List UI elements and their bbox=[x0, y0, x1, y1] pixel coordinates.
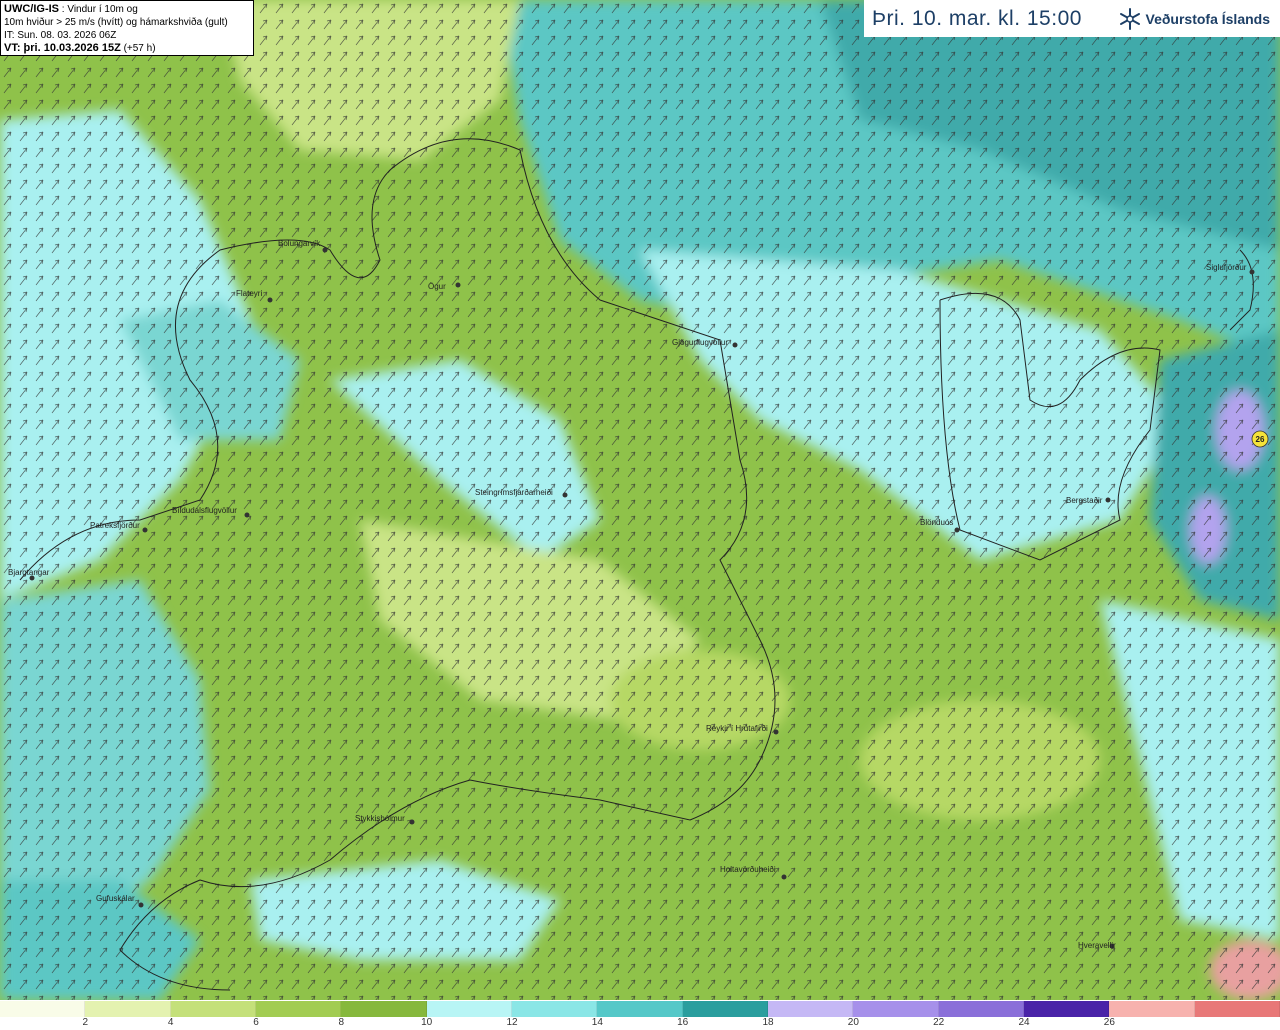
info-line-2: 10m hviður > 25 m/s (hvítt) og hámarkshv… bbox=[4, 17, 228, 28]
legend-swatch bbox=[767, 1001, 854, 1017]
legend-tick-label: 2 bbox=[82, 1017, 89, 1028]
svg-text:Steingrímsfjarðarheiði: Steingrímsfjarðarheiði bbox=[475, 488, 553, 497]
svg-text:Hveravellir: Hveravellir bbox=[1078, 941, 1116, 950]
legend-swatch bbox=[426, 1001, 512, 1017]
legend-color-bar bbox=[0, 1001, 1280, 1017]
legend-tick-label: 18 bbox=[762, 1017, 774, 1028]
legend-swatch bbox=[85, 1001, 171, 1017]
legend-swatch bbox=[341, 1001, 427, 1017]
legend-swatch bbox=[1109, 1001, 1195, 1017]
info-line-3: IT: Sun. 08. 03. 2026 06Z bbox=[4, 30, 117, 41]
svg-text:Gufuskálar: Gufuskálar bbox=[96, 894, 135, 903]
place-reykir[interactable]: Reykir í Hrútafirði bbox=[706, 724, 779, 735]
svg-text:Gjögurflugvöllur: Gjögurflugvöllur bbox=[672, 338, 728, 347]
legend-swatch bbox=[1023, 1001, 1110, 1017]
legend-tick-label: 12 bbox=[506, 1017, 518, 1028]
svg-text:Bergstaðir: Bergstaðir bbox=[1066, 496, 1103, 505]
info-line-1: UWC/IG-IS : Vindur í 10m og bbox=[4, 3, 138, 15]
snowflake-logo-icon bbox=[1119, 7, 1140, 30]
legend-swatch bbox=[1194, 1001, 1280, 1017]
valid-time-title: Þri. 10. mar. kl. 15:00 bbox=[872, 6, 1082, 30]
brand-logo[interactable]: Veðurstofa Íslands bbox=[1118, 7, 1270, 31]
legend-tick-label: 26 bbox=[1103, 1017, 1115, 1028]
header-bar: Þri. 10. mar. kl. 15:00 Veðurstofa Íslan… bbox=[864, 0, 1280, 37]
legend-swatch bbox=[255, 1001, 342, 1017]
svg-text:26: 26 bbox=[1256, 435, 1265, 444]
legend-swatch bbox=[853, 1001, 939, 1017]
max-gust-badge: 26 bbox=[1251, 430, 1269, 448]
svg-text:Ögur: Ögur bbox=[428, 282, 446, 291]
svg-text:Bolungarvík: Bolungarvík bbox=[278, 239, 321, 248]
color-legend: 2 4 6 8 10 12 14 16 18 20 22 24 26 bbox=[0, 1000, 1280, 1030]
legend-tick-label: 16 bbox=[677, 1017, 689, 1028]
legend-swatch bbox=[170, 1001, 256, 1017]
svg-text:Bjargtangar: Bjargtangar bbox=[8, 568, 50, 577]
legend-swatch bbox=[511, 1001, 598, 1017]
legend-tick-label: 6 bbox=[253, 1017, 259, 1028]
place-hveravellir[interactable]: Hveravellir bbox=[1078, 941, 1116, 950]
legend-tick-label: 24 bbox=[1018, 1017, 1030, 1028]
svg-text:Stykkishólmur: Stykkishólmur bbox=[355, 814, 405, 823]
svg-text:Bíldudalsflugvöllur: Bíldudalsflugvöllur bbox=[172, 506, 237, 515]
legend-tick-label: 22 bbox=[933, 1017, 945, 1028]
legend-swatch bbox=[0, 1001, 86, 1017]
place-gjogurflugvollur[interactable]: Gjögurflugvöllur bbox=[672, 338, 738, 348]
svg-text:Holtavörðuheiði: Holtavörðuheiði bbox=[720, 865, 776, 874]
svg-text:Flateyri: Flateyri bbox=[236, 289, 262, 298]
brand-name: Veðurstofa Íslands bbox=[1145, 10, 1270, 27]
svg-text:Blönduós: Blönduós bbox=[920, 518, 953, 527]
legend-swatch bbox=[938, 1001, 1024, 1017]
legend-tick-label: 8 bbox=[338, 1017, 345, 1028]
svg-text:Reykir í Hrútafirði: Reykir í Hrútafirði bbox=[706, 724, 768, 733]
legend-tick-label: 20 bbox=[847, 1017, 859, 1028]
svg-text:Patreksfjörður: Patreksfjörður bbox=[90, 521, 140, 530]
model-info-box: UWC/IG-IS : Vindur í 10m og 10m hviður >… bbox=[0, 0, 254, 56]
wind-map: Bolungarvík Flateyri Ögur Gjögurflugvöll… bbox=[0, 0, 1280, 1000]
legend-tick-label: 14 bbox=[591, 1017, 603, 1028]
legend-swatch bbox=[597, 1001, 683, 1017]
legend-swatch bbox=[682, 1001, 768, 1017]
svg-text:Siglufjörður: Siglufjörður bbox=[1206, 263, 1247, 272]
legend-tick-label: 10 bbox=[421, 1017, 433, 1028]
info-line-4: VT: þri. 10.03.2026 15Z (+57 h) bbox=[4, 42, 156, 54]
legend-tick-label: 4 bbox=[167, 1017, 174, 1028]
